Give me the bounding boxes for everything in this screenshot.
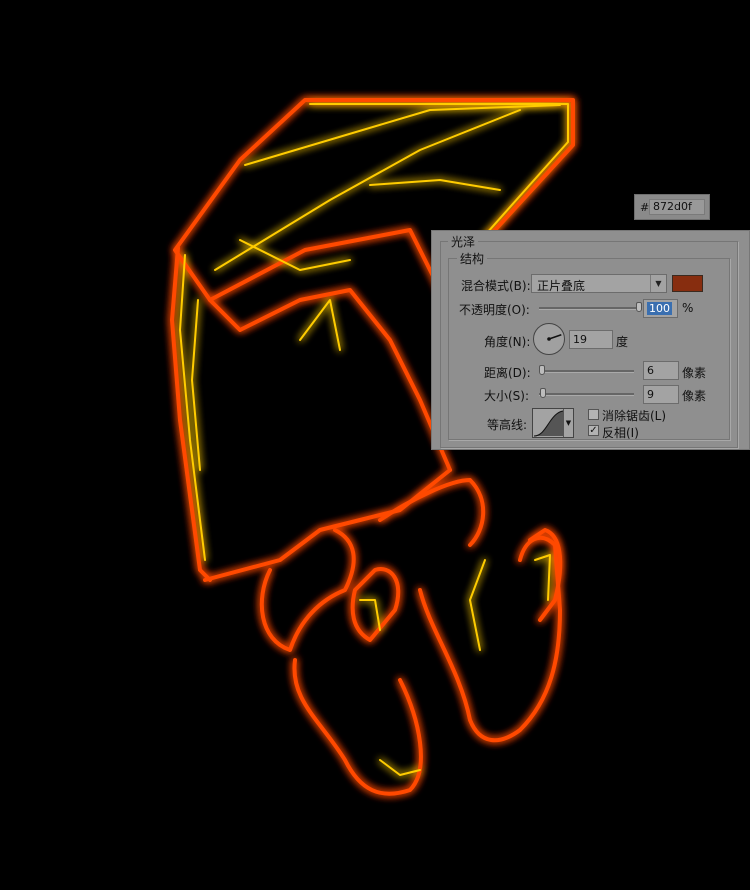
invert-label: 反相(I)	[602, 426, 639, 440]
size-unit: 像素	[682, 389, 707, 403]
blend-mode-label: 混合模式(B):	[461, 279, 531, 293]
size-input[interactable]: 9	[643, 385, 679, 404]
distance-unit: 像素	[682, 366, 707, 380]
chevron-down-icon[interactable]: ▼	[563, 409, 573, 437]
size-label: 大小(S):	[484, 389, 530, 403]
opacity-unit: %	[682, 301, 694, 315]
angle-input[interactable]: 19	[569, 330, 613, 349]
structure-group-title: 结构	[457, 250, 488, 267]
blend-mode-dropdown[interactable]: 正片叠底 ▼	[531, 274, 667, 293]
hex-input[interactable]: 872d0f	[649, 199, 705, 215]
hex-color-field: # 872d0f	[634, 194, 710, 220]
opacity-label: 不透明度(O):	[459, 303, 530, 317]
angle-dial-needle	[548, 334, 562, 340]
contour-label: 等高线:	[487, 418, 528, 432]
distance-slider-thumb[interactable]	[538, 365, 545, 375]
distance-label: 距离(D):	[484, 366, 531, 380]
anti-alias-checkbox[interactable]	[588, 409, 599, 420]
blend-color-swatch[interactable]	[672, 275, 703, 292]
contour-curve-icon	[533, 410, 564, 437]
distance-input[interactable]: 6	[643, 361, 679, 380]
angle-unit: 度	[616, 335, 629, 349]
opacity-value: 100	[647, 302, 672, 315]
opacity-slider-thumb[interactable]	[636, 302, 642, 312]
angle-dial[interactable]	[533, 323, 565, 355]
opacity-input[interactable]: 100	[643, 299, 678, 318]
distance-slider-track[interactable]	[539, 370, 634, 373]
blend-mode-value: 正片叠底	[537, 279, 586, 293]
angle-label: 角度(N):	[484, 335, 531, 349]
opacity-slider-track[interactable]	[539, 307, 639, 310]
hash-label: #	[640, 201, 650, 214]
invert-checkbox[interactable]: ✓	[588, 425, 599, 436]
chevron-down-icon[interactable]: ▼	[650, 275, 666, 292]
satin-style-panel: 光泽 结构 混合模式(B): 正片叠底 ▼ 不透明度(O): 100 % 角度(…	[431, 230, 750, 450]
contour-picker[interactable]: ▼	[532, 408, 574, 438]
size-slider-track[interactable]	[539, 393, 634, 396]
size-slider-thumb[interactable]	[539, 388, 546, 398]
anti-alias-label: 消除锯齿(L)	[602, 409, 667, 423]
panel-title: 光泽	[448, 233, 479, 250]
